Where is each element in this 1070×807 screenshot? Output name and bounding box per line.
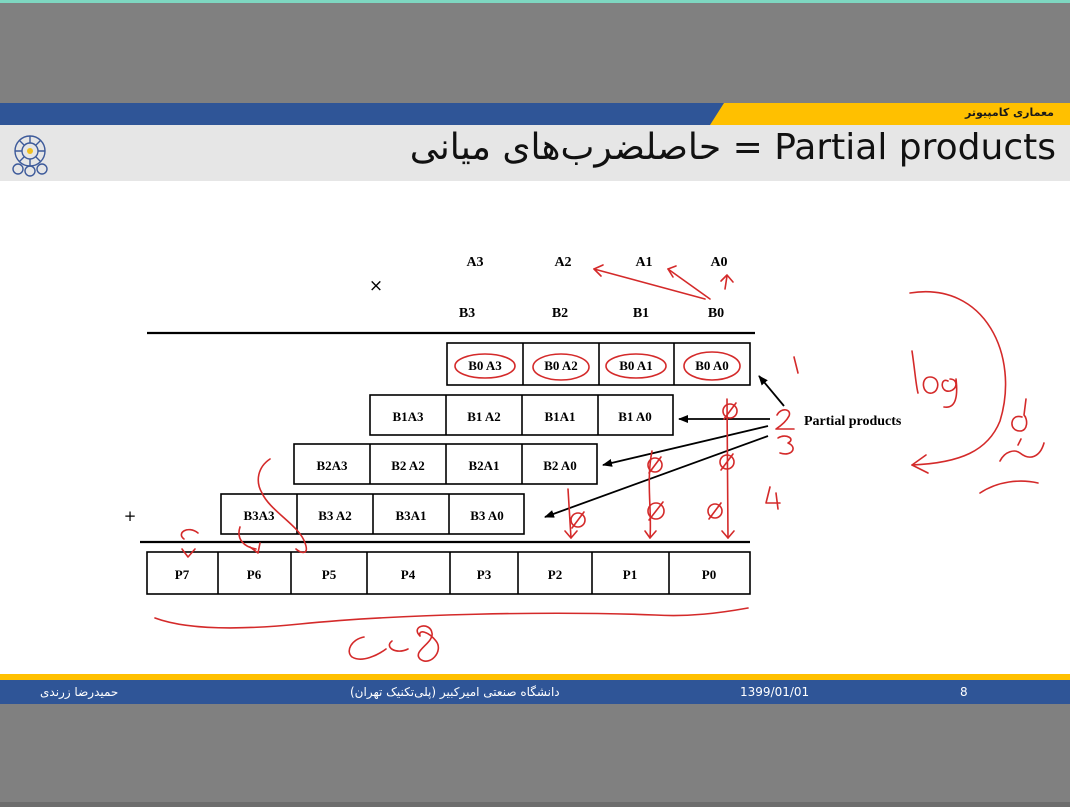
row1-cell-2: B1A1 [544, 409, 575, 424]
row0-cell-2: B0 A1 [619, 358, 653, 373]
slide: معماری کامپیوتر حاصلضرب‌های میانی = Part… [0, 103, 1070, 704]
product-p5: P5 [322, 567, 337, 582]
viewer-bottom-edge [0, 802, 1070, 807]
operand-b1: B1 [633, 306, 649, 321]
operand-b0: B0 [708, 306, 724, 321]
product-p3: P3 [477, 567, 492, 582]
product-p7: P7 [175, 567, 190, 582]
university-logo-icon [12, 135, 48, 177]
product-p6: P6 [247, 567, 262, 582]
row1-cell-3: B1 A0 [618, 409, 652, 424]
row2-cell-0: B2A3 [316, 458, 348, 473]
partial-products-label: Partial products [804, 414, 902, 429]
footer-author: حمیدرضا زرندی [40, 685, 119, 699]
product-p2: P2 [548, 567, 562, 582]
label-arrows [544, 375, 785, 518]
viewer-background-top [0, 3, 1070, 103]
row0-cell-3: B0 A0 [695, 358, 729, 373]
row3-cell-1: B3 A2 [318, 508, 352, 523]
course-name: معماری کامپیوتر [965, 106, 1054, 119]
operand-a0: A0 [710, 255, 727, 270]
footer-date: 1399/01/01 [740, 685, 810, 699]
operand-a2: A2 [554, 255, 571, 270]
row0-cell-0: B0 A3 [468, 358, 502, 373]
multiplication-diagram: A3 A2 A1 A0 B3 B2 B1 B0 × + B0 A3 B0 A2 … [124, 255, 1045, 662]
operand-b3: B3 [459, 306, 475, 321]
row2-cell-1: B2 A2 [391, 458, 425, 473]
row2-cell-2: B2A1 [468, 458, 499, 473]
operand-a3: A3 [466, 255, 483, 270]
row1-cell-1: B1 A2 [467, 409, 501, 424]
product-p0: P0 [702, 567, 716, 582]
handwritten-annotations [154, 264, 1045, 662]
product-row [146, 551, 751, 595]
operand-b2: B2 [552, 306, 568, 321]
row3-cell-3: B3 A0 [470, 508, 504, 523]
viewer-background-bottom [0, 704, 1070, 807]
footer-bar: حمیدرضا زرندی دانشگاه صنعتی امیرکبیر (پل… [0, 680, 1070, 704]
row2-cell-3: B2 A0 [543, 458, 577, 473]
row3-cell-0: B3A3 [243, 508, 275, 523]
plus-sign: + [124, 507, 137, 525]
footer-university: دانشگاه صنعتی امیرکبیر (پلی‌تکنیک تهران) [350, 685, 560, 699]
row0-cell-1: B0 A2 [544, 358, 578, 373]
footer-page-number: 8 [960, 685, 968, 699]
times-sign: × [369, 276, 383, 296]
product-p1: P1 [623, 567, 637, 582]
row3-cell-2: B3A1 [395, 508, 426, 523]
operand-a1: A1 [635, 255, 652, 270]
product-p4: P4 [401, 567, 416, 582]
row1-cell-0: B1A3 [392, 409, 424, 424]
slide-title: حاصلضرب‌های میانی = Partial products [409, 127, 1056, 168]
